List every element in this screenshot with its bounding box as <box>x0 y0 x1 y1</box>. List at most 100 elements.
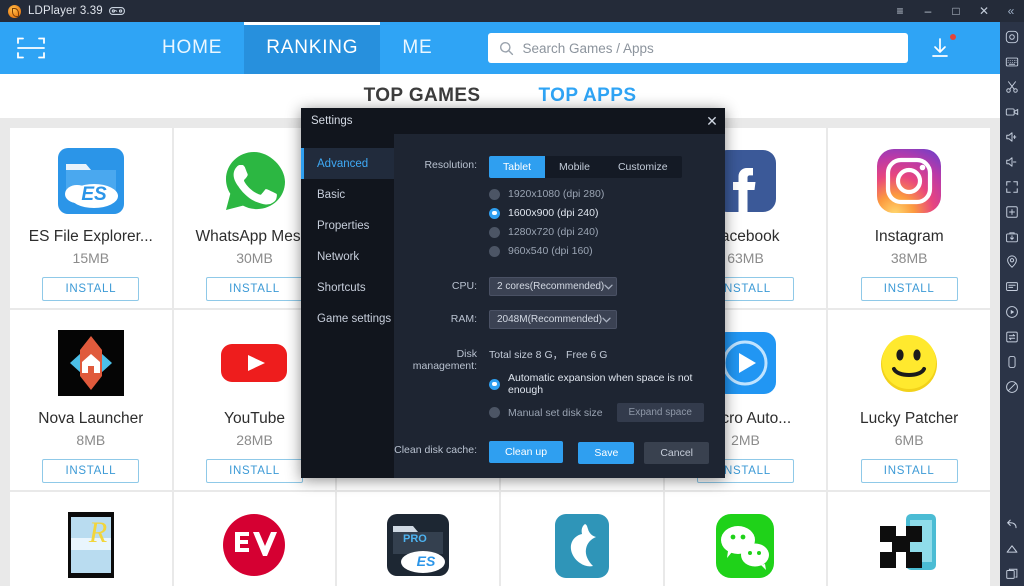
whatsapp-icon <box>217 144 291 218</box>
nav-tab-home[interactable]: HOME <box>140 22 244 74</box>
segment-customize[interactable]: Customize <box>604 156 682 178</box>
install-button[interactable]: INSTALL <box>206 277 303 301</box>
cpu-row: CPU: 2 cores(Recommended) <box>394 277 725 296</box>
disk-management-label: Disk management: <box>412 348 477 372</box>
segment-tablet[interactable]: Tablet <box>489 156 546 178</box>
maximize-button[interactable]: □ <box>942 0 970 22</box>
app-card[interactable]: R <box>10 492 172 586</box>
recents-icon[interactable] <box>1000 561 1024 586</box>
app-card[interactable]: Instagram 38MB INSTALL <box>828 128 990 308</box>
play-icon[interactable] <box>1000 299 1024 324</box>
nova-launcher-icon <box>54 326 128 400</box>
install-button[interactable]: INSTALL <box>42 459 140 483</box>
save-button[interactable]: Save <box>578 442 635 464</box>
volume-down-icon[interactable] <box>1000 149 1024 174</box>
resolution-option-1280x720[interactable]: 1280x720 (dpi 240) <box>489 226 725 238</box>
ram-row: RAM: 2048M(Recommended) <box>394 310 725 329</box>
lucky-patcher-icon <box>872 326 946 400</box>
menu-button[interactable]: ≡ <box>886 0 914 22</box>
video-recorder-icon[interactable] <box>1000 99 1024 124</box>
sidebar-item-advanced[interactable]: Advanced <box>301 148 394 179</box>
sidebar-item-basic[interactable]: Basic <box>301 179 394 210</box>
close-icon[interactable]: ✕ <box>699 108 725 134</box>
fullscreen-icon[interactable] <box>1000 174 1024 199</box>
app-card[interactable]: Nova Launcher 8MB INSTALL <box>10 310 172 490</box>
svg-text:R: R <box>88 516 107 549</box>
xposed-installer-icon <box>872 508 946 582</box>
settings-sidebar: Advanced Basic Properties Network Shortc… <box>301 134 394 478</box>
app-name: YouTube <box>224 410 285 427</box>
app-size: 38MB <box>890 250 928 266</box>
settings-dialog-titlebar: Settings ✕ <box>301 108 725 134</box>
download-icon[interactable] <box>928 34 957 60</box>
keyboard-icon[interactable] <box>1000 49 1024 74</box>
ram-select[interactable]: 2048M(Recommended) <box>489 310 617 329</box>
main-navbar: HOME RANKING ME <box>0 22 1000 74</box>
sync-icon[interactable] <box>1000 324 1024 349</box>
app-card[interactable]: Lucky Patcher 6MB INSTALL <box>828 310 990 490</box>
app-card[interactable]: ES ES File Explorer... 15MB INSTALL <box>10 128 172 308</box>
cpu-select[interactable]: 2 cores(Recommended) <box>489 277 617 296</box>
right-toolbar <box>1000 22 1024 586</box>
app-card[interactable] <box>828 492 990 586</box>
radio-icon <box>489 226 500 238</box>
minimize-button[interactable]: – <box>914 0 942 22</box>
sidebar-item-properties[interactable]: Properties <box>301 210 394 241</box>
option-label: Automatic expansion when space is not en… <box>508 372 693 396</box>
install-button[interactable]: INSTALL <box>42 277 140 301</box>
cancel-button[interactable]: Cancel <box>644 442 709 464</box>
nav-tabs: HOME RANKING ME <box>140 22 454 74</box>
scissors-icon[interactable] <box>1000 74 1024 99</box>
apk-install-icon[interactable] <box>1000 224 1024 249</box>
resolution-option-1920x1080[interactable]: 1920x1080 (dpi 280) <box>489 188 725 200</box>
search-box[interactable] <box>488 33 909 63</box>
settings-panel-advanced: Resolution: Tablet Mobile Customize 1920… <box>394 134 725 478</box>
disk-option-automatic[interactable]: Automatic expansion when space is not en… <box>489 372 725 396</box>
app-card[interactable]: PRO ES <box>337 492 499 586</box>
tab-top-games[interactable]: TOP GAMES <box>364 85 481 107</box>
install-button[interactable]: INSTALL <box>860 459 958 483</box>
resolution-options: 1920x1080 (dpi 280) 1600x900 (dpi 240) 1… <box>489 188 725 257</box>
app-card[interactable] <box>501 492 663 586</box>
rotate-icon[interactable] <box>1000 349 1024 374</box>
segment-mobile[interactable]: Mobile <box>545 156 604 178</box>
disk-management-field: Total size 8 G， Free 6 G Automatic expan… <box>489 345 725 429</box>
home-icon[interactable] <box>1000 536 1024 561</box>
sidebar-item-network[interactable]: Network <box>301 241 394 272</box>
location-icon[interactable] <box>1000 249 1024 274</box>
radio-icon <box>489 407 500 418</box>
scan-frame-icon[interactable] <box>14 33 48 63</box>
sidebar-item-game-settings[interactable]: Game settings <box>301 303 394 334</box>
option-label: 1600x900 (dpi 240) <box>508 207 599 219</box>
install-button[interactable]: INSTALL <box>860 277 958 301</box>
volume-up-icon[interactable] <box>1000 124 1024 149</box>
resolution-option-1600x900[interactable]: 1600x900 (dpi 240) <box>489 207 725 219</box>
app-size: 2MB <box>731 432 760 448</box>
expand-space-button[interactable]: Expand space <box>616 403 704 422</box>
search-icon <box>499 41 514 56</box>
tab-top-apps[interactable]: TOP APPS <box>539 85 637 107</box>
disk-management-row: Disk management: Total size 8 G， Free 6 … <box>394 345 725 429</box>
root-explorer-icon: R <box>54 508 128 582</box>
back-icon[interactable] <box>1000 511 1024 536</box>
ram-label: RAM: <box>450 313 477 325</box>
app-card[interactable] <box>664 492 827 586</box>
disk-option-manual[interactable]: Manual set disk size Expand space <box>489 403 725 422</box>
resolution-option-960x540[interactable]: 960x540 (dpi 160) <box>489 245 725 257</box>
clean-up-button[interactable]: Clean up <box>489 441 564 463</box>
search-input[interactable] <box>514 33 909 63</box>
install-button[interactable]: INSTALL <box>206 459 303 483</box>
gear-icon[interactable] <box>1000 24 1024 49</box>
instagram-icon <box>872 144 946 218</box>
screenshot-icon[interactable] <box>1000 274 1024 299</box>
sidebar-item-shortcuts[interactable]: Shortcuts <box>301 272 394 303</box>
vr-goggles-icon <box>108 6 125 16</box>
shake-icon[interactable] <box>1000 374 1024 399</box>
nav-tab-me[interactable]: ME <box>380 22 454 74</box>
collapse-toolbar-button[interactable]: « <box>998 0 1024 22</box>
option-label: Manual set disk size <box>508 406 603 419</box>
close-button[interactable]: ✕ <box>970 0 998 22</box>
app-card[interactable] <box>173 492 336 586</box>
nav-tab-ranking[interactable]: RANKING <box>244 22 381 74</box>
add-window-icon[interactable] <box>1000 199 1024 224</box>
